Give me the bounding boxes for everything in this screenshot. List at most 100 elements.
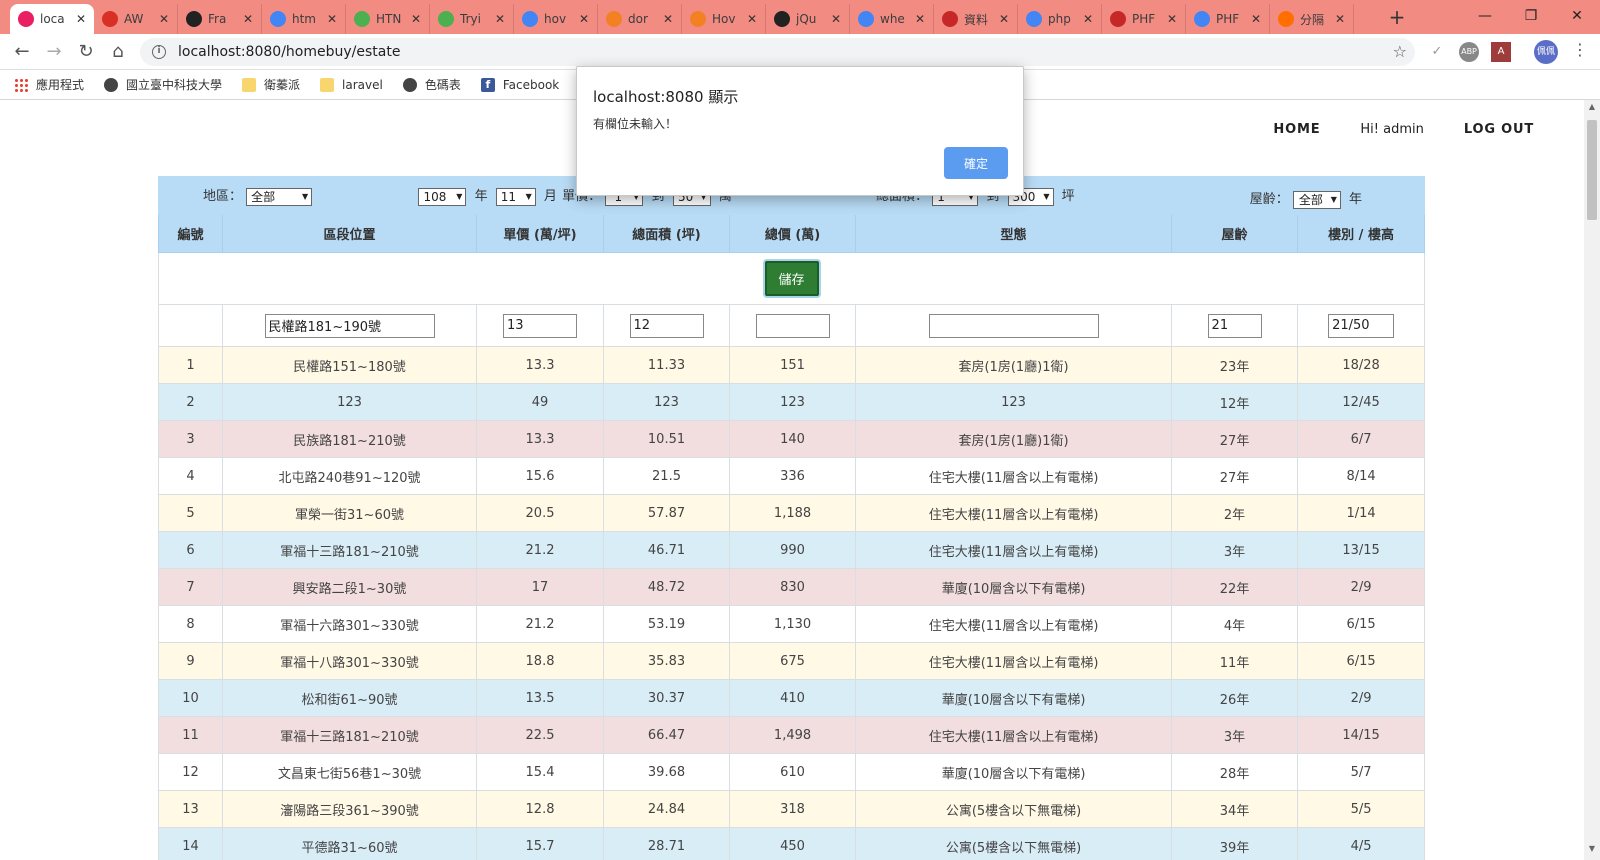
bookmark-item[interactable]: f Facebook — [480, 77, 559, 92]
age-select[interactable]: 全部 — [1292, 190, 1341, 209]
location-input[interactable] — [264, 313, 435, 338]
total-price-input[interactable] — [755, 313, 830, 338]
bookmark-item[interactable]: 色碼表 — [402, 76, 461, 93]
tab-close-icon[interactable]: ✕ — [1081, 12, 1095, 26]
scroll-thumb[interactable] — [1587, 120, 1597, 220]
table-row[interactable]: 10 松和街61~90號 13.5 30.37 410 華廈(10層含以下有電梯) 26年 2… — [158, 679, 1426, 717]
col-header-unit-price[interactable]: 單價 (萬/坪) — [476, 214, 605, 253]
pdf-extension-icon[interactable]: A — [1491, 42, 1511, 62]
browser-tab[interactable]: Tryi ✕ — [430, 4, 514, 34]
table-row[interactable]: 13 瀋陽路三段361~390號 12.8 24.84 318 公寓(5樓含以下無電梯) 3… — [158, 790, 1426, 828]
nav-logout-link[interactable]: LOG OUT — [1464, 122, 1534, 137]
tab-close-icon[interactable]: ✕ — [997, 12, 1011, 26]
col-header-no[interactable]: 編號 — [158, 214, 223, 253]
bookmark-star-icon[interactable]: ☆ — [1393, 42, 1407, 61]
new-tab-button[interactable]: + — [1384, 6, 1410, 30]
area-select[interactable]: 全部 — [246, 187, 313, 206]
page-scrollbar[interactable]: ▲ ▼ — [1584, 100, 1600, 860]
forward-icon[interactable]: → — [42, 40, 66, 64]
tab-close-icon[interactable]: ✕ — [493, 12, 507, 26]
browser-tab[interactable]: php ✕ — [1018, 4, 1102, 34]
adblock-extension-icon[interactable]: ABP — [1459, 42, 1479, 62]
scroll-down-icon[interactable]: ▼ — [1584, 844, 1600, 858]
tab-close-icon[interactable]: ✕ — [913, 12, 927, 26]
floor-input[interactable] — [1328, 313, 1395, 338]
col-header-type[interactable]: 型態 — [855, 214, 1173, 253]
table-row[interactable]: 9 軍福十八路301~330號 18.8 35.83 675 住宅大樓(11層含以上有電梯… — [158, 642, 1426, 680]
browser-tab[interactable]: hov ✕ — [514, 4, 598, 34]
nav-home-link[interactable]: HOME — [1273, 122, 1320, 137]
tab-close-icon[interactable]: ✕ — [745, 12, 759, 26]
cell-age: 39年 — [1171, 827, 1299, 860]
tab-close-icon[interactable]: ✕ — [157, 12, 171, 26]
month-select[interactable]: 11 — [495, 187, 536, 206]
checkmark-extension-icon[interactable]: ✓ — [1427, 42, 1447, 62]
tab-close-icon[interactable]: ✕ — [409, 12, 423, 26]
cell-location: 軍福十三路181~210號 — [221, 531, 478, 569]
type-input[interactable] — [928, 313, 1099, 338]
browser-tab[interactable]: whe ✕ — [850, 4, 934, 34]
age-input[interactable] — [1207, 313, 1262, 338]
tab-close-icon[interactable]: ✕ — [241, 12, 255, 26]
col-header-size[interactable]: 總面積 (坪) — [603, 214, 731, 253]
scroll-up-icon[interactable]: ▲ — [1584, 102, 1600, 116]
menu-icon[interactable]: ⋮ — [1572, 40, 1588, 59]
browser-tab[interactable]: PHF ✕ — [1102, 4, 1186, 34]
table-row[interactable]: 7 興安路二段1~30號 17 48.72 830 華廈(10層含以下有電梯) 22年 2/9 — [158, 568, 1426, 606]
browser-tab[interactable]: AW ✕ — [94, 4, 178, 34]
bookmark-item[interactable]: 應用程式 — [14, 76, 84, 93]
bookmark-item[interactable]: 衛蓁派 — [242, 76, 300, 93]
tab-close-icon[interactable]: ✕ — [829, 12, 843, 26]
table-row[interactable]: 14 平德路31~60號 15.7 28.71 450 公寓(5樓含以下無電梯) 39年 4/… — [158, 827, 1426, 860]
tab-close-icon[interactable]: ✕ — [577, 12, 591, 26]
url-text[interactable]: localhost:8080/homebuy/estate — [178, 44, 400, 60]
table-row[interactable]: 6 軍福十三路181~210號 21.2 46.71 990 住宅大樓(11層含以上有電梯… — [158, 531, 1426, 569]
col-header-age[interactable]: 屋齡 — [1171, 214, 1299, 253]
bookmark-item[interactable]: laravel — [320, 77, 383, 92]
profile-avatar[interactable]: 佩佩 — [1534, 40, 1558, 64]
tab-close-icon[interactable]: ✕ — [1249, 12, 1263, 26]
save-button[interactable]: 儲存 — [764, 261, 819, 296]
browser-tab[interactable]: loca ✕ — [10, 4, 94, 34]
tab-close-icon[interactable]: ✕ — [325, 12, 339, 26]
unit-price-input[interactable] — [503, 313, 578, 338]
browser-tab[interactable]: PHF ✕ — [1186, 4, 1270, 34]
nav-greeting[interactable]: Hi! admin — [1360, 122, 1423, 137]
table-row[interactable]: 11 軍福十三路181~210號 22.5 66.47 1,498 住宅大樓(11層含以上… — [158, 716, 1426, 754]
table-row[interactable]: 4 北屯路240巷91~120號 15.6 21.5 336 住宅大樓(11層含以上有電梯… — [158, 457, 1426, 495]
col-header-total-price[interactable]: 總價 (萬) — [729, 214, 857, 253]
table-row[interactable]: 12 文昌東七街56巷1~30號 15.4 39.68 610 華廈(10層含以下有電梯)… — [158, 753, 1426, 791]
browser-tab[interactable]: jQu ✕ — [766, 4, 850, 34]
table-row[interactable]: 3 民族路181~210號 13.3 10.51 140 套房(1房(1廳)1衛) 27年 6… — [158, 420, 1426, 458]
browser-tab[interactable]: dor ✕ — [598, 4, 682, 34]
size-input[interactable] — [629, 313, 704, 338]
cell-no: 13 — [158, 790, 223, 828]
tab-close-icon[interactable]: ✕ — [661, 12, 675, 26]
reload-icon[interactable]: ↻ — [74, 40, 98, 64]
address-bar[interactable]: i localhost:8080/homebuy/estate ☆ — [140, 38, 1415, 66]
dialog-ok-button[interactable]: 確定 — [944, 147, 1008, 179]
table-row[interactable]: 5 軍榮一街31~60號 20.5 57.87 1,188 住宅大樓(11層含以上有電梯)… — [158, 494, 1426, 532]
table-row[interactable]: 1 民權路151~180號 13.3 11.33 151 套房(1房(1廳)1衛) 23年 1… — [158, 346, 1426, 384]
minimize-button[interactable]: — — [1462, 2, 1508, 30]
bookmark-item[interactable]: 國立臺中科技大學 — [104, 76, 222, 93]
home-icon[interactable]: ⌂ — [106, 40, 130, 64]
col-header-floor[interactable]: 樓別 / 樓高 — [1297, 214, 1426, 253]
tab-close-icon[interactable]: ✕ — [1165, 12, 1179, 26]
tab-close-icon[interactable]: ✕ — [1333, 12, 1347, 26]
col-header-location[interactable]: 區段位置 — [221, 214, 478, 253]
browser-tab[interactable]: HTN ✕ — [346, 4, 430, 34]
table-row[interactable]: 8 軍福十六路301~330號 21.2 53.19 1,130 住宅大樓(11層含以上有… — [158, 605, 1426, 643]
back-icon[interactable]: ← — [10, 40, 34, 64]
year-select[interactable]: 108 — [418, 187, 467, 206]
info-icon[interactable]: i — [152, 45, 166, 59]
browser-tab[interactable]: Fra ✕ — [178, 4, 262, 34]
browser-tab[interactable]: htm ✕ — [262, 4, 346, 34]
browser-tab[interactable]: 資料 ✕ — [934, 4, 1018, 34]
close-window-button[interactable]: ✕ — [1554, 2, 1600, 30]
tab-close-icon[interactable]: ✕ — [74, 12, 88, 26]
browser-tab[interactable]: Hov ✕ — [682, 4, 766, 34]
maximize-button[interactable]: ❐ — [1508, 2, 1554, 30]
table-row[interactable]: 2 123 49 123 123 123 12年 12/45 — [158, 383, 1426, 421]
browser-tab[interactable]: 分隔 ✕ — [1270, 4, 1354, 34]
